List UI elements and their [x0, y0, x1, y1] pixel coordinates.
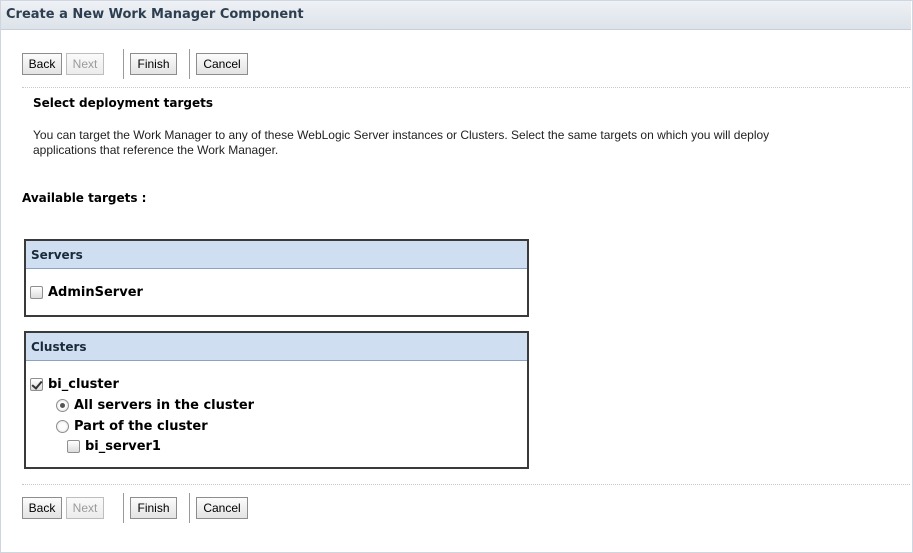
option-all-servers[interactable]: All servers in the cluster: [56, 398, 254, 413]
title-bar: Create a New Work Manager Component: [1, 1, 911, 30]
cluster-row-bi-cluster[interactable]: bi_cluster: [30, 377, 119, 392]
bi-server1-checkbox[interactable]: [67, 440, 80, 453]
adminserver-checkbox[interactable]: [30, 286, 43, 299]
option-label: Part of the cluster: [74, 419, 208, 434]
button-separator: [123, 493, 124, 523]
back-button[interactable]: Back: [22, 53, 62, 75]
back-button[interactable]: Back: [22, 497, 62, 519]
divider: [22, 87, 910, 88]
clusters-panel: Clusters bi_cluster All servers in the c…: [24, 331, 529, 469]
option-part-of-cluster[interactable]: Part of the cluster: [56, 419, 208, 434]
servers-panel: Servers AdminServer: [24, 239, 529, 317]
button-separator: [189, 493, 190, 523]
cancel-button[interactable]: Cancel: [196, 497, 248, 519]
bi-cluster-checkbox[interactable]: [30, 378, 43, 391]
description-line: You can target the Work Manager to any o…: [33, 128, 770, 142]
button-separator: [123, 49, 124, 79]
description-line: applications that reference the Work Man…: [33, 143, 279, 157]
divider: [22, 484, 910, 485]
cluster-label: bi_cluster: [48, 377, 119, 392]
server-row-adminserver[interactable]: AdminServer: [30, 285, 143, 300]
all-servers-radio[interactable]: [56, 399, 69, 412]
member-row-bi-server1[interactable]: bi_server1: [67, 439, 161, 454]
button-separator: [189, 49, 190, 79]
part-of-cluster-radio[interactable]: [56, 420, 69, 433]
section-heading: Select deployment targets: [33, 96, 214, 110]
finish-button[interactable]: Finish: [130, 53, 177, 75]
available-targets-label: Available targets :: [22, 191, 147, 205]
description: You can target the Work Manager to any o…: [33, 128, 893, 158]
servers-header: Servers: [26, 241, 527, 269]
member-label: bi_server1: [85, 439, 161, 454]
clusters-header: Clusters: [26, 333, 527, 361]
option-label: All servers in the cluster: [74, 398, 255, 413]
cancel-button[interactable]: Cancel: [196, 53, 248, 75]
next-button[interactable]: Next: [66, 53, 104, 75]
page-title: Create a New Work Manager Component: [6, 7, 304, 22]
next-button[interactable]: Next: [66, 497, 104, 519]
server-label: AdminServer: [48, 285, 143, 300]
finish-button[interactable]: Finish: [130, 497, 177, 519]
